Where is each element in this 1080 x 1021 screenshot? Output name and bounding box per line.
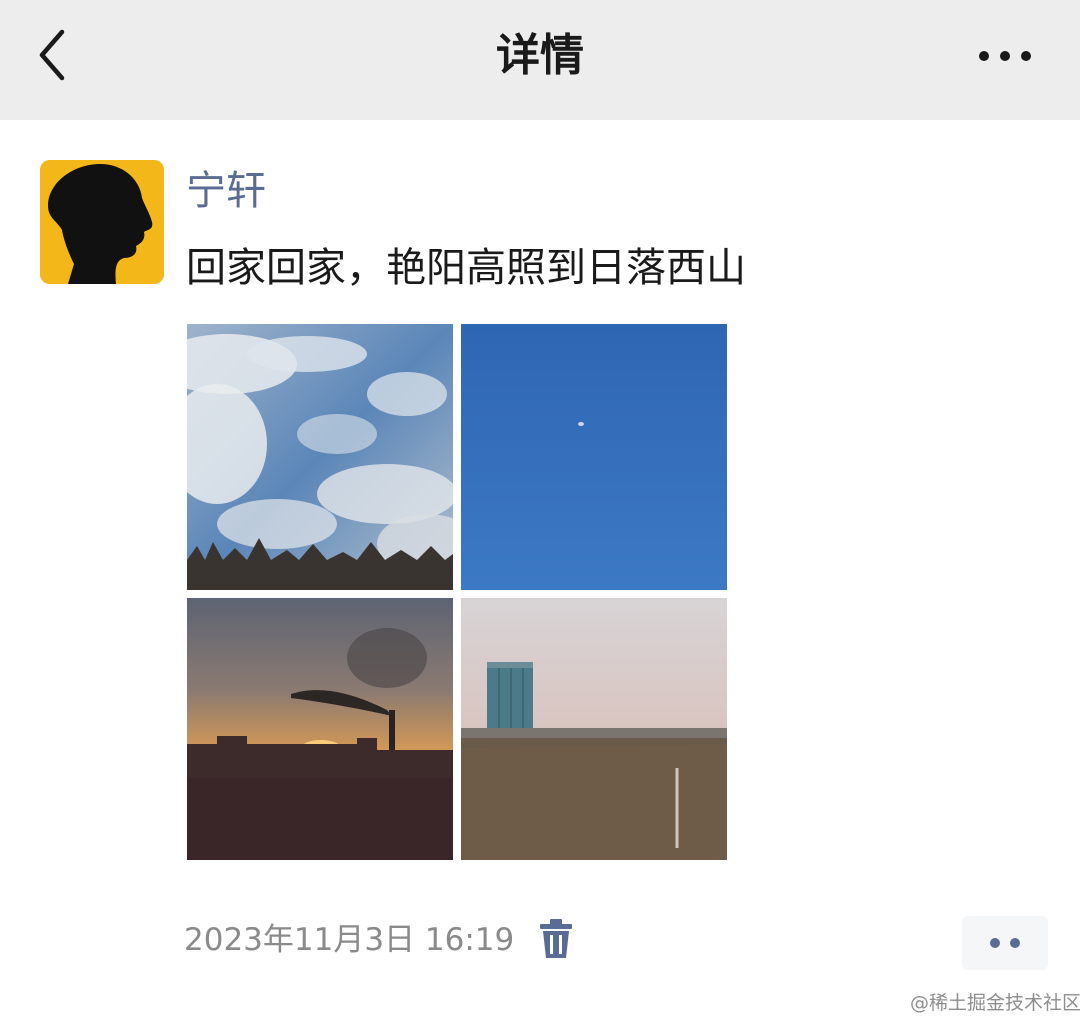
page-title: 详情 (496, 30, 584, 81)
delete-button[interactable] (538, 918, 574, 960)
avatar[interactable] (40, 160, 164, 284)
more-options-button[interactable] (970, 36, 1040, 76)
comment-like-button[interactable] (962, 916, 1048, 970)
author-name[interactable]: 宁轩 (186, 163, 266, 219)
chevron-left-icon (39, 29, 65, 81)
photo-clear-blue-sky[interactable] (461, 324, 727, 590)
back-button[interactable] (26, 22, 82, 88)
trash-icon (540, 919, 572, 958)
watermark: @稀土掘金技术社区 (910, 992, 1080, 1014)
silhouette-avatar-image (40, 160, 164, 284)
top-nav-bar: 详情 (0, 0, 1080, 120)
photo-tall-building-field[interactable] (461, 598, 727, 860)
post-text: 回家回家，艳阳高照到日落西山 (186, 245, 746, 291)
photo-clouds-sky[interactable] (187, 324, 453, 590)
photo-sunset-chimney-smoke[interactable] (187, 598, 453, 860)
more-dots-icon (979, 51, 1031, 61)
post-timestamp: 2023年11月3日 16:19 (184, 922, 515, 958)
comment-dots-icon (990, 938, 1020, 948)
